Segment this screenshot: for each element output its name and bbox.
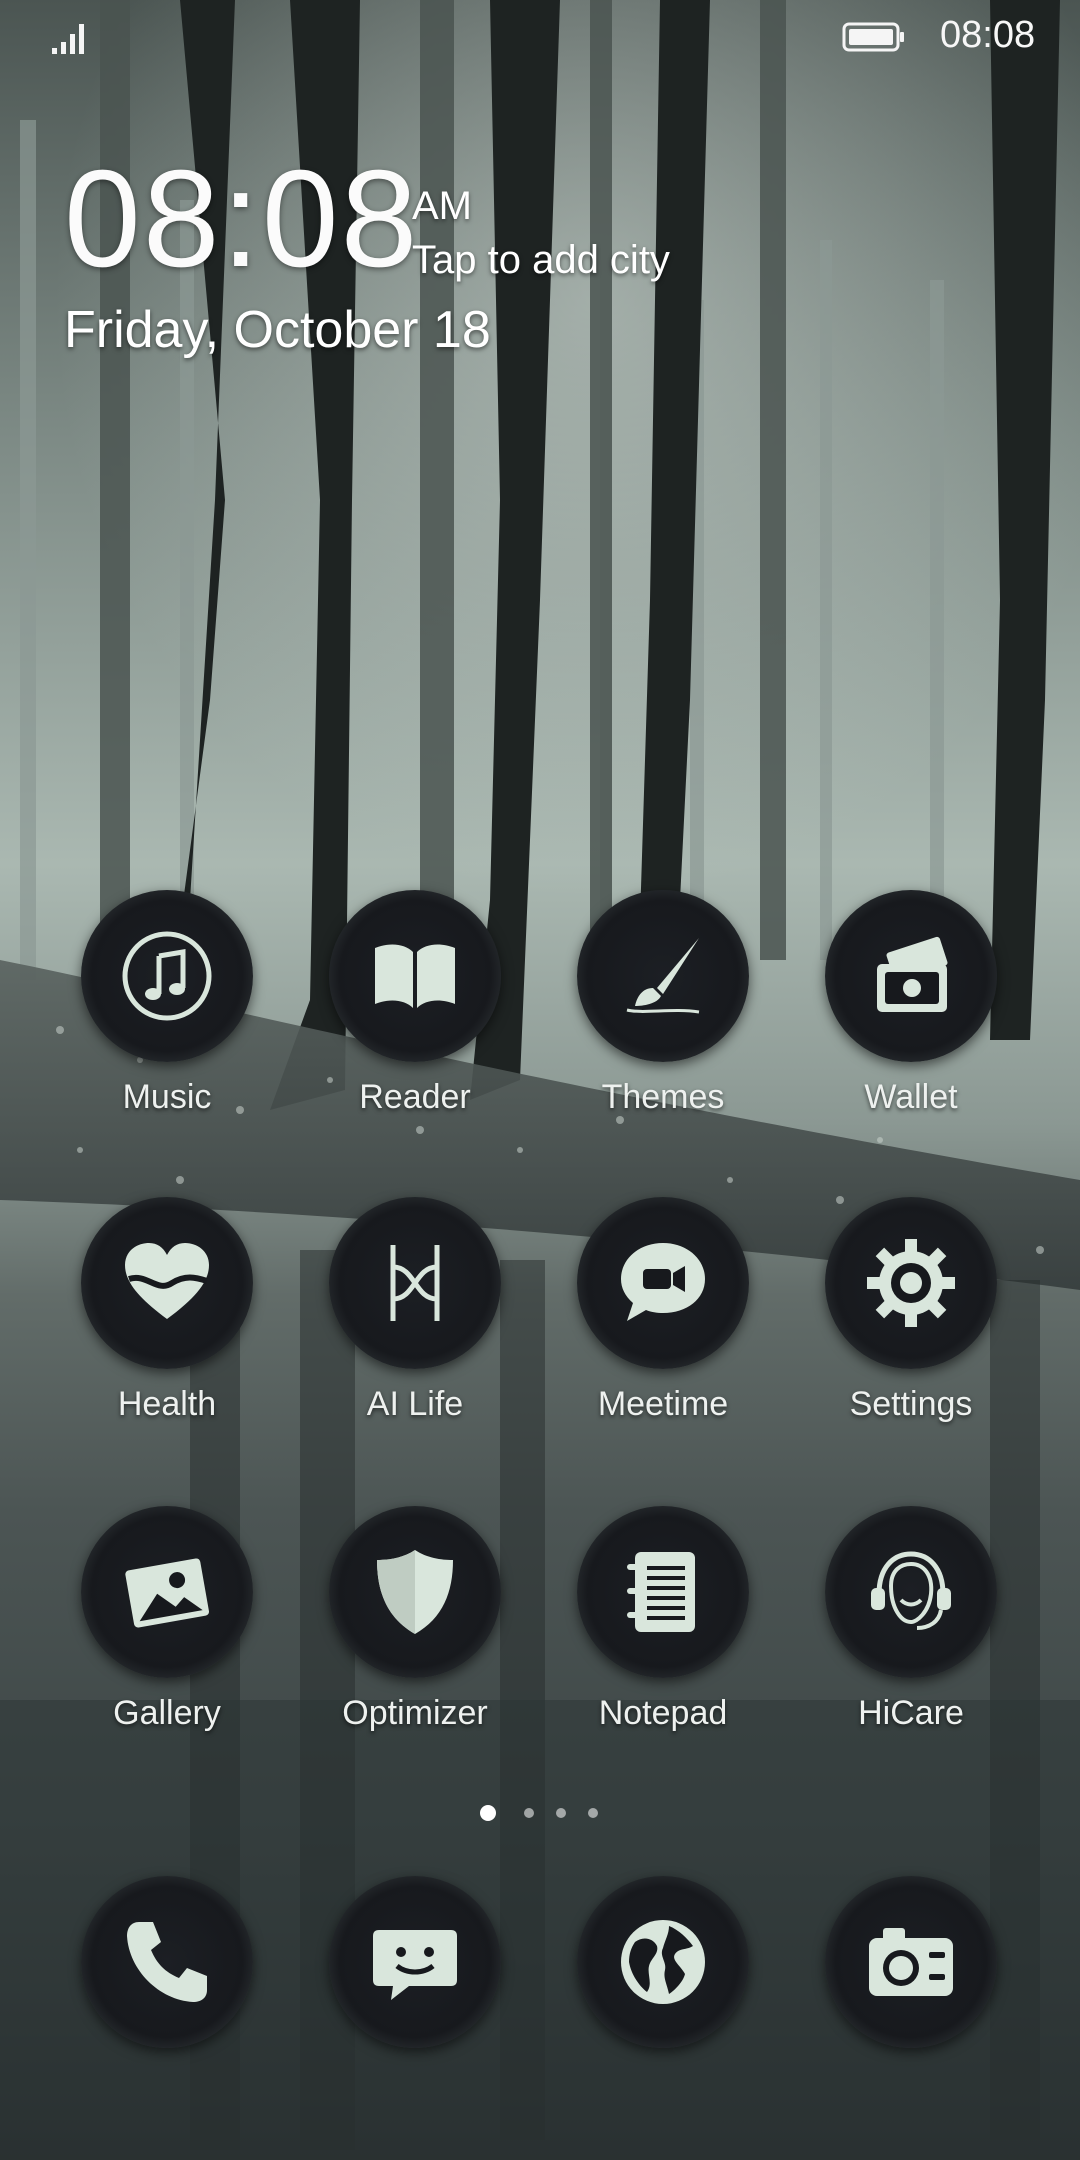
app-icon-bg — [81, 1876, 253, 2048]
app-icon-bg — [577, 1876, 749, 2048]
clock-weather-widget[interactable]: 08:08 AM Tap to add city Friday, October… — [64, 150, 764, 370]
notepad-icon — [627, 1552, 695, 1632]
app-label: HiCare — [858, 1694, 964, 1732]
clock-ampm: AM — [412, 184, 472, 228]
shield-icon — [377, 1550, 453, 1634]
app-label: Gallery — [113, 1694, 221, 1732]
app-meetime[interactable]: Meetime — [548, 1197, 778, 1437]
app-optimizer[interactable]: Optimizer — [300, 1506, 530, 1746]
gear-icon — [867, 1239, 955, 1327]
music-note-icon — [122, 931, 212, 1021]
video-chat-icon — [621, 1243, 705, 1321]
page-dot[interactable] — [556, 1808, 566, 1818]
app-notepad[interactable]: Notepad — [548, 1506, 778, 1746]
app-icon-bg — [825, 1876, 997, 2048]
app-ai-life[interactable]: AI Life — [300, 1197, 530, 1437]
ai-life-icon — [390, 1245, 440, 1321]
app-icon-bg — [577, 890, 749, 1062]
app-label: Meetime — [597, 1385, 729, 1423]
app-hicare[interactable]: HiCare — [796, 1506, 1026, 1746]
phone-icon — [127, 1922, 207, 2002]
app-label: Health — [117, 1385, 217, 1423]
wallet-cash-icon — [877, 936, 948, 1012]
battery-full-icon — [842, 22, 904, 52]
dock-messages[interactable] — [300, 1876, 530, 2116]
paintbrush-icon — [626, 938, 700, 1014]
app-gallery[interactable]: Gallery — [52, 1506, 282, 1746]
app-icon-bg — [329, 1506, 501, 1678]
app-icon-bg — [577, 1197, 749, 1369]
app-icon-bg — [81, 1197, 253, 1369]
app-icon-bg — [329, 890, 501, 1062]
app-settings[interactable]: Settings — [796, 1197, 1026, 1437]
app-icon-bg — [825, 890, 997, 1062]
app-health[interactable]: Health — [52, 1197, 282, 1437]
dock-phone[interactable] — [52, 1876, 282, 2116]
app-icon-bg — [81, 1506, 253, 1678]
status-time: 08:08 — [940, 14, 1036, 56]
dock-browser[interactable] — [548, 1876, 778, 2116]
clock-date[interactable]: Friday, October 18 — [64, 300, 491, 360]
app-icon-bg — [329, 1876, 501, 2048]
app-icon-bg — [577, 1506, 749, 1678]
app-icon-bg — [825, 1506, 997, 1678]
page-dot[interactable] — [588, 1808, 598, 1818]
app-label: Settings — [849, 1385, 973, 1423]
heart-icon — [125, 1243, 209, 1319]
page-dot[interactable] — [524, 1808, 534, 1818]
app-icon-bg — [329, 1197, 501, 1369]
app-icon-bg — [81, 890, 253, 1062]
page-indicator[interactable] — [480, 1804, 610, 1824]
dock-camera[interactable] — [796, 1876, 1026, 2116]
app-label: Reader — [359, 1078, 471, 1116]
app-label: Music — [122, 1078, 212, 1116]
page-dot-active[interactable] — [480, 1805, 496, 1821]
signal-bars-icon — [52, 24, 84, 54]
open-book-icon — [375, 944, 455, 1008]
app-themes[interactable]: Themes — [548, 890, 778, 1130]
clock-time[interactable]: 08:08 — [64, 150, 419, 288]
headset-icon — [871, 1551, 951, 1630]
app-label: Themes — [601, 1078, 725, 1116]
app-reader[interactable]: Reader — [300, 890, 530, 1130]
picture-icon — [125, 1558, 209, 1628]
app-label: Optimizer — [342, 1694, 488, 1732]
app-wallet[interactable]: Wallet — [796, 890, 1026, 1130]
message-icon — [373, 1930, 457, 2000]
app-music[interactable]: Music — [52, 890, 282, 1130]
status-bar: 08:08 — [0, 0, 1080, 72]
app-label: Notepad — [598, 1694, 728, 1732]
globe-icon — [621, 1920, 705, 2004]
add-city-link[interactable]: Tap to add city — [412, 238, 670, 283]
camera-icon — [869, 1928, 953, 1996]
app-label: AI Life — [366, 1385, 464, 1423]
app-label: Wallet — [864, 1078, 958, 1116]
app-icon-bg — [825, 1197, 997, 1369]
